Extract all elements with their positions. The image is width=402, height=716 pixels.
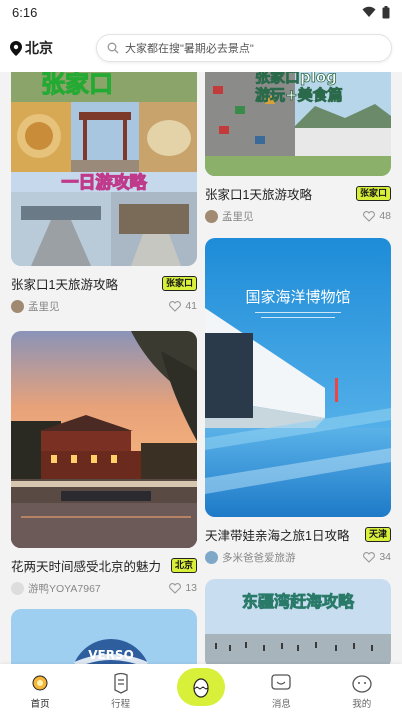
card-overlay-text: 一日游攻略 bbox=[62, 172, 148, 193]
like-count[interactable]: 48 bbox=[363, 210, 391, 222]
nav-message[interactable]: 消息 bbox=[251, 672, 311, 710]
search-icon bbox=[107, 42, 119, 54]
card-overlay-text: 游玩+美食篇 bbox=[255, 86, 343, 104]
card-title: 天津带娃亲海之旅1日攻略 bbox=[205, 528, 350, 543]
like-number: 48 bbox=[379, 210, 391, 222]
location-selector[interactable]: 北京 bbox=[10, 38, 96, 58]
trip-icon bbox=[113, 672, 128, 694]
nav-home[interactable]: 首页 bbox=[10, 672, 70, 710]
author-name: 孟里见 bbox=[28, 300, 60, 313]
status-time: 6:16 bbox=[12, 4, 38, 20]
status-icons bbox=[362, 5, 390, 19]
heart-icon bbox=[169, 300, 182, 312]
feed-card[interactable]: 花两天时间感受北京的魅力 北京 游鸭YOYA7967 13 bbox=[11, 331, 197, 596]
card-image: VERSO bbox=[11, 609, 197, 664]
author-name: 孟里见 bbox=[222, 210, 254, 223]
wifi-icon bbox=[362, 6, 376, 17]
avatar bbox=[205, 550, 218, 564]
card-location-tag: 北京 bbox=[170, 557, 197, 573]
card-image: 国家海洋博物馆 bbox=[205, 238, 391, 517]
egg-icon bbox=[193, 678, 209, 698]
card-author[interactable]: 孟里见 bbox=[205, 209, 254, 224]
feed-card[interactable]: 东疆湾赶海攻略 bbox=[205, 579, 391, 664]
like-number: 34 bbox=[379, 551, 391, 563]
like-count[interactable]: 41 bbox=[169, 300, 197, 312]
feed-card[interactable]: 国家海洋博物馆 天津带娃亲海之旅1日攻略 天津 多米爸爸爱旅游 34 bbox=[205, 238, 391, 565]
card-title: 花两天时间感受北京的魅力 bbox=[11, 559, 162, 574]
card-overlay-text: 东疆湾赶海攻略 bbox=[242, 592, 355, 611]
heart-icon bbox=[363, 210, 376, 222]
card-image: 东疆湾赶海攻略 bbox=[205, 579, 391, 664]
bottom-nav: 首页 行程 消息 我的 bbox=[0, 664, 402, 716]
profile-icon bbox=[352, 675, 372, 693]
city-label: 北京 bbox=[25, 40, 53, 56]
nav-trip-label: 行程 bbox=[111, 699, 131, 710]
search-placeholder: 大家都在搜"暑期必去景点" bbox=[125, 43, 254, 55]
author-name: 多米爸爸爱旅游 bbox=[222, 551, 296, 564]
card-location-tag: 天津 bbox=[364, 526, 391, 542]
nav-message-label: 消息 bbox=[271, 699, 291, 710]
like-count[interactable]: 34 bbox=[363, 551, 391, 563]
feed-card[interactable]: 张家口plog 游玩+美食篇 张家口1天旅游攻略 张家口 孟里见 48 bbox=[205, 72, 391, 224]
feed-card[interactable]: 张家口 一日游攻略 张家口1天旅游攻略 张家口 孟里见 41 bbox=[11, 72, 197, 314]
card-image bbox=[11, 331, 197, 548]
card-author[interactable]: 游鸭YOYA7967 bbox=[11, 581, 101, 596]
svg-text:VERSO: VERSO bbox=[88, 648, 134, 662]
card-author[interactable]: 孟里见 bbox=[11, 299, 60, 314]
nav-mine[interactable]: 我的 bbox=[332, 672, 392, 710]
avatar bbox=[11, 581, 24, 595]
card-image: 张家口plog 游玩+美食篇 bbox=[205, 72, 391, 176]
search-input[interactable]: 大家都在搜"暑期必去景点" bbox=[96, 34, 392, 62]
battery-icon bbox=[382, 5, 390, 18]
card-image: 张家口 一日游攻略 bbox=[11, 72, 197, 266]
feed: 张家口 一日游攻略 张家口1天旅游攻略 张家口 孟里见 41 花两天时间感受北京… bbox=[0, 72, 402, 664]
like-number: 13 bbox=[185, 582, 197, 594]
card-title: 张家口1天旅游攻略 bbox=[205, 187, 312, 202]
nav-center-pill bbox=[176, 668, 225, 706]
location-pin-icon bbox=[10, 40, 22, 56]
home-sun-icon bbox=[32, 675, 48, 691]
nav-center-button[interactable] bbox=[171, 668, 231, 710]
nav-trip[interactable]: 行程 bbox=[91, 672, 151, 710]
heart-icon bbox=[169, 582, 182, 594]
avatar bbox=[11, 299, 24, 313]
like-number: 41 bbox=[185, 300, 197, 312]
status-bar: 6:16 bbox=[0, 0, 402, 24]
feed-card[interactable]: VERSO bbox=[11, 609, 197, 664]
top-header: 北京 大家都在搜"暑期必去景点" bbox=[0, 24, 402, 72]
card-author[interactable]: 多米爸爸爱旅游 bbox=[205, 550, 296, 565]
card-location-tag: 张家口 bbox=[161, 275, 197, 291]
like-count[interactable]: 13 bbox=[169, 582, 197, 594]
card-title: 张家口1天旅游攻略 bbox=[11, 277, 118, 292]
nav-home-label: 首页 bbox=[30, 699, 50, 710]
avatar bbox=[205, 209, 218, 223]
card-top-text: 张家口 bbox=[41, 72, 113, 98]
card-overlay-text: 国家海洋博物馆 bbox=[245, 288, 350, 306]
nav-mine-label: 我的 bbox=[352, 699, 372, 710]
author-name: 游鸭YOYA7967 bbox=[28, 582, 101, 595]
message-icon bbox=[271, 674, 292, 690]
card-overlay-text: 张家口plog bbox=[255, 72, 337, 86]
heart-icon bbox=[363, 551, 376, 563]
card-location-tag: 张家口 bbox=[355, 185, 391, 201]
